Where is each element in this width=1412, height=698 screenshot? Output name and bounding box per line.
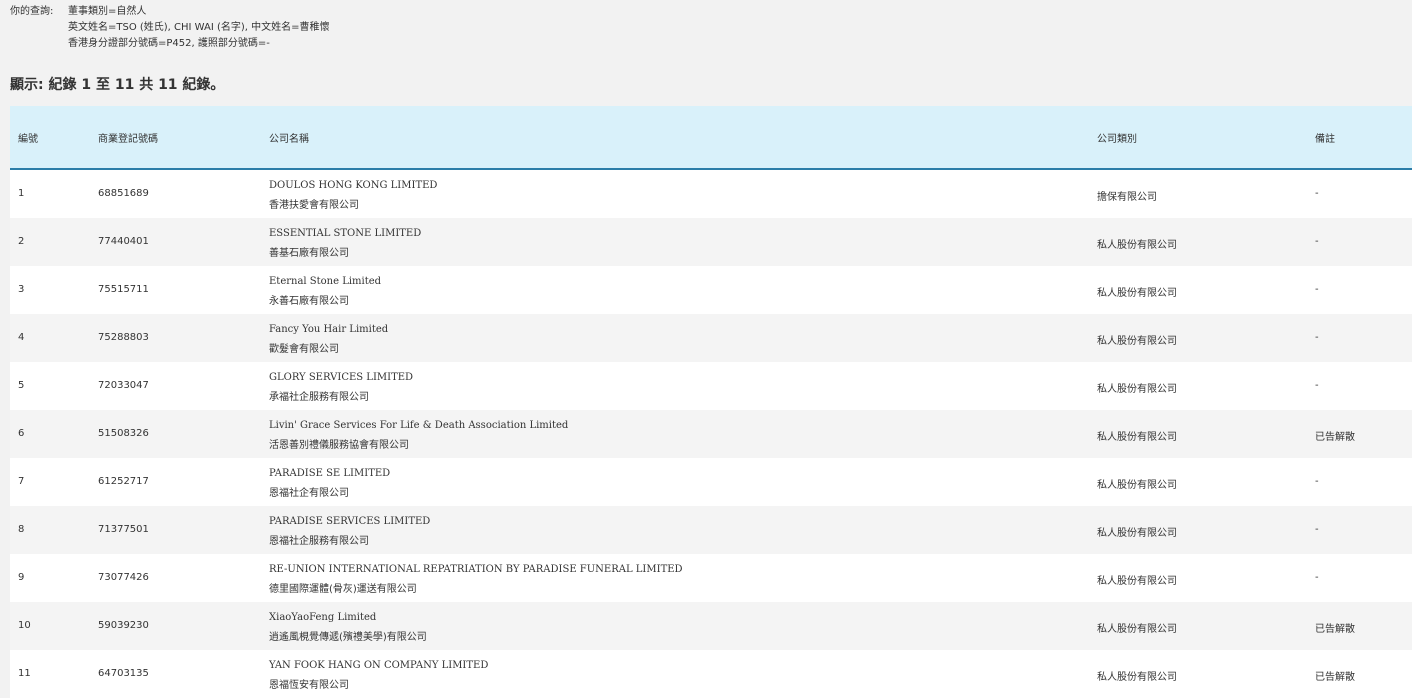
row-company-name-en: GLORY SERVICES LIMITED (269, 372, 414, 383)
row-brn: 64703135 (98, 668, 149, 679)
row-company-type: 私人股份有限公司 (1097, 240, 1177, 251)
row-company-name-zh: 恩福社企有限公司 (269, 488, 349, 499)
row-company-name-zh: 永善石廠有限公司 (269, 296, 349, 307)
row-company-type: 私人股份有限公司 (1097, 576, 1177, 587)
header-brn: 商業登記號碼 (98, 134, 158, 145)
row-remark: 已告解散 (1315, 624, 1355, 635)
row-company-type: 私人股份有限公司 (1097, 336, 1177, 347)
table-row[interactable]: 1 68851689 DOULOS HONG KONG LIMITED 香港扶愛… (10, 170, 1412, 218)
records-summary: 顯示: 紀錄 1 至 11 共 11 紀錄。 (10, 77, 225, 93)
row-remark: - (1315, 332, 1319, 343)
header-remark: 備註 (1315, 134, 1335, 145)
row-no: 7 (18, 476, 25, 487)
row-brn: 72033047 (98, 380, 149, 391)
row-company-name-zh: 逍遙風梘覺傳遞(殯禮美學)有限公司 (269, 632, 427, 643)
header-company-type: 公司類別 (1097, 134, 1137, 145)
row-remark: - (1315, 572, 1319, 583)
table-row[interactable]: 3 75515711 Eternal Stone Limited 永善石廠有限公… (10, 266, 1412, 314)
row-company-name-en: Eternal Stone Limited (269, 276, 382, 287)
row-no: 4 (18, 332, 25, 343)
row-company-type: 私人股份有限公司 (1097, 288, 1177, 299)
row-company-type: 私人股份有限公司 (1097, 528, 1177, 539)
row-company-name-zh: 香港扶愛會有限公司 (269, 200, 359, 211)
row-no: 5 (18, 380, 25, 391)
row-remark: 已告解散 (1315, 432, 1355, 443)
row-brn: 75515711 (98, 284, 149, 295)
row-no: 6 (18, 428, 25, 439)
table-row[interactable]: 5 72033047 GLORY SERVICES LIMITED 承福社企服務… (10, 362, 1412, 410)
row-no: 3 (18, 284, 25, 295)
row-brn: 59039230 (98, 620, 149, 631)
row-no: 10 (18, 620, 31, 631)
row-company-type: 私人股份有限公司 (1097, 432, 1177, 443)
row-company-name-zh: 恩福社企服務有限公司 (269, 536, 369, 547)
table-row[interactable]: 8 71377501 PARADISE SERVICES LIMITED 恩福社… (10, 506, 1412, 554)
row-remark: - (1315, 524, 1319, 535)
query-line-director-type: 董事類別=自然人 (68, 6, 147, 17)
row-company-type: 私人股份有限公司 (1097, 624, 1177, 635)
row-brn: 61252717 (98, 476, 149, 487)
row-company-name-en: DOULOS HONG KONG LIMITED (269, 180, 438, 191)
row-remark: - (1315, 476, 1319, 487)
row-brn: 71377501 (98, 524, 149, 535)
row-company-name-zh: 恩福恆安有限公司 (269, 680, 349, 691)
row-company-name-en: PARADISE SE LIMITED (269, 468, 391, 479)
row-company-name-zh: 承福社企服務有限公司 (269, 392, 369, 403)
row-company-type: 私人股份有限公司 (1097, 480, 1177, 491)
row-brn: 51508326 (98, 428, 149, 439)
query-criteria: 董事類別=自然人 英文姓名=TSO (姓氏), CHI WAI (名字), 中文… (68, 4, 330, 52)
row-remark: - (1315, 236, 1319, 247)
row-brn: 75288803 (98, 332, 149, 343)
row-remark: - (1315, 284, 1319, 295)
table-header: 編號 商業登記號碼 公司名稱 公司類別 備註 (10, 106, 1412, 170)
row-company-name-zh: 善基石廠有限公司 (269, 248, 349, 259)
results-table: 編號 商業登記號碼 公司名稱 公司類別 備註 1 68851689 DOULOS… (10, 106, 1412, 698)
row-company-name-en: PARADISE SERVICES LIMITED (269, 516, 431, 527)
header-no: 編號 (18, 134, 38, 145)
table-row[interactable]: 11 64703135 YAN FOOK HANG ON COMPANY LIM… (10, 650, 1412, 698)
row-no: 8 (18, 524, 25, 535)
row-remark: 已告解散 (1315, 672, 1355, 683)
row-company-name-en: Fancy You Hair Limited (269, 324, 389, 335)
row-brn: 77440401 (98, 236, 149, 247)
row-brn: 73077426 (98, 572, 149, 583)
row-company-type: 私人股份有限公司 (1097, 672, 1177, 683)
row-company-name-en: ESSENTIAL STONE LIMITED (269, 228, 422, 239)
row-company-type: 擔保有限公司 (1097, 192, 1157, 203)
row-brn: 68851689 (98, 188, 149, 199)
table-row[interactable]: 2 77440401 ESSENTIAL STONE LIMITED 善基石廠有… (10, 218, 1412, 266)
row-company-name-zh: 活恩善別禮儀服務協會有限公司 (269, 440, 409, 451)
header-company-name: 公司名稱 (269, 134, 309, 145)
table-row[interactable]: 7 61252717 PARADISE SE LIMITED 恩福社企有限公司 … (10, 458, 1412, 506)
table-row[interactable]: 10 59039230 XiaoYaoFeng Limited 逍遙風梘覺傳遞(… (10, 602, 1412, 650)
row-company-name-zh: 歡髮會有限公司 (269, 344, 339, 355)
table-row[interactable]: 4 75288803 Fancy You Hair Limited 歡髮會有限公… (10, 314, 1412, 362)
query-line-ids: 香港身分證部分號碼=P452, 護照部分號碼=- (68, 38, 270, 49)
row-company-name-zh: 德里國際運體(骨灰)運送有限公司 (269, 584, 417, 595)
row-company-name-en: RE-UNION INTERNATIONAL REPATRIATION BY P… (269, 564, 683, 575)
row-company-name-en: YAN FOOK HANG ON COMPANY LIMITED (269, 660, 489, 671)
table-row[interactable]: 9 73077426 RE-UNION INTERNATIONAL REPATR… (10, 554, 1412, 602)
query-line-names: 英文姓名=TSO (姓氏), CHI WAI (名字), 中文姓名=曹稚懷 (68, 22, 330, 33)
row-no: 11 (18, 668, 31, 679)
row-no: 1 (18, 188, 25, 199)
row-remark: - (1315, 188, 1319, 199)
row-company-name-en: XiaoYaoFeng Limited (269, 612, 377, 623)
row-company-type: 私人股份有限公司 (1097, 384, 1177, 395)
row-no: 9 (18, 572, 25, 583)
row-no: 2 (18, 236, 25, 247)
query-label: 你的查詢: (10, 6, 54, 17)
row-remark: - (1315, 380, 1319, 391)
row-company-name-en: Livin' Grace Services For Life & Death A… (269, 420, 569, 431)
table-row[interactable]: 6 51508326 Livin' Grace Services For Lif… (10, 410, 1412, 458)
